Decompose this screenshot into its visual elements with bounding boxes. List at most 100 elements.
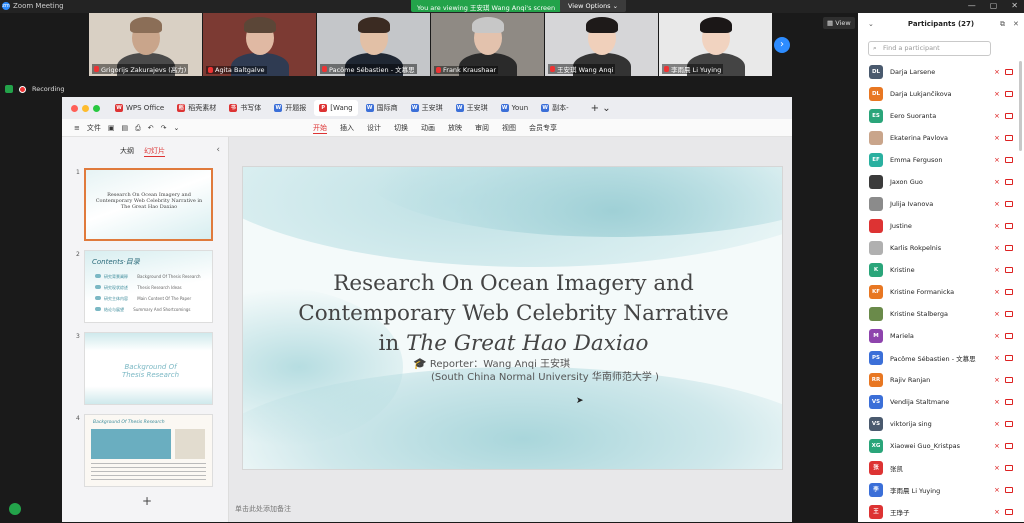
participant-row[interactable]: Justine ⨯ <box>858 215 1016 237</box>
hamburger-icon[interactable]: ≡ <box>74 124 80 132</box>
participant-row[interactable]: 李李雨晨 Li Yuying ⨯ <box>858 479 1016 501</box>
edit-pencil-icon[interactable] <box>9 503 21 515</box>
participant-row[interactable]: Karlis Rokpelnis ⨯ <box>858 237 1016 259</box>
document-tab[interactable]: W 王安琪 <box>451 100 493 116</box>
title-line-2: Contemporary Web Celebrity Narrative <box>298 301 729 326</box>
speaker-notes[interactable]: 单击此处添加备注 <box>235 504 291 514</box>
avatar: DL <box>869 65 883 79</box>
participant-row[interactable]: K Kristine ⨯ <box>858 259 1016 281</box>
avatar <box>869 197 883 211</box>
zoom-dot-icon[interactable] <box>93 104 100 112</box>
slide-subtitle: 🎓 Reporter：Wang Anqi 王安琪 (South China No… <box>413 357 659 384</box>
participant-name: 李雨晨 Li Yuying <box>890 487 941 495</box>
participant-row[interactable]: RR Rajiv Ranjan ⨯ <box>858 369 1016 391</box>
affiliation-text: (South China Normal University 华南师范大学 ) <box>431 372 659 383</box>
document-tab[interactable]: W WPS Office <box>110 100 169 116</box>
ribbon-tab[interactable]: 视图 <box>502 123 516 134</box>
muted-mic-icon: ⨯ <box>994 397 1000 406</box>
participant-row[interactable]: KF Kristine Formanicka ⨯ <box>858 281 1016 303</box>
new-tab-icon[interactable]: + ⌄ <box>591 103 611 114</box>
add-slide-icon[interactable]: + <box>142 494 152 508</box>
slide-thumb-3[interactable]: Background Of Thesis Research <box>84 332 213 405</box>
ribbon-tab[interactable]: 插入 <box>340 123 354 134</box>
participant-row[interactable]: VS viktorija sing ⨯ <box>858 413 1016 435</box>
current-slide: Research On Ocean Imagery and Contempora… <box>242 166 783 470</box>
ribbon-tab[interactable]: 会员专享 <box>529 123 557 134</box>
document-tab[interactable]: W Youn <box>496 100 534 116</box>
video-tile[interactable]: Grigorijs Zakurajevs (高力) <box>89 13 202 76</box>
participant-row[interactable]: EF Emma Ferguson ⨯ <box>858 149 1016 171</box>
participant-row[interactable]: XG Xiaowei Guo_Kristpas ⨯ <box>858 435 1016 457</box>
slide-thumb-1[interactable]: Research On Ocean Imagery and Contempora… <box>84 168 213 241</box>
file-menu[interactable]: 文件 <box>87 123 101 133</box>
participant-row[interactable]: Jaxon Guo ⨯ <box>858 171 1016 193</box>
close-icon[interactable]: ✕ <box>1011 1 1018 10</box>
next-page-icon[interactable]: › <box>774 37 790 53</box>
doc-type-icon: W <box>541 104 550 112</box>
participant-name: Rajiv Ranjan <box>890 376 931 384</box>
participant-name: Pacôme Sébastien - 文慕思 <box>890 355 976 363</box>
participant-search-input[interactable]: ⌕ Find a participant <box>868 41 991 56</box>
document-tabs: W WPS Office 稻稻壳素材书书写体 W 开题报 P [Wang W 国际商 W 王安琪 W 王… <box>110 100 577 116</box>
minimize-dot-icon[interactable] <box>82 104 89 112</box>
chevron-down-icon[interactable]: ⌄ <box>868 13 874 35</box>
chevron-down-icon[interactable]: ⌄ <box>173 124 179 132</box>
participant-row[interactable]: PS Pacôme Sébastien - 文慕思 ⨯ <box>858 347 1016 369</box>
participant-row[interactable]: VS Vendija Staltmane ⨯ <box>858 391 1016 413</box>
document-tab[interactable]: W 开题报 <box>269 100 311 116</box>
document-tab[interactable]: 书书写体 <box>224 100 266 116</box>
recording-indicator: Recording <box>5 85 65 93</box>
document-tab[interactable]: W 副本- <box>536 100 574 116</box>
participant-row[interactable]: Julija Ivanova ⨯ <box>858 193 1016 215</box>
tab-outline[interactable]: 大纲 <box>120 146 134 157</box>
video-tile[interactable]: Agita Baltgalve <box>203 13 316 76</box>
participant-row[interactable]: Ekaterina Pavlova ⨯ <box>858 127 1016 149</box>
participant-name: Pacôme Sébastien - 文慕思 <box>329 66 415 74</box>
title-line-1: Research On Ocean Imagery and <box>333 271 694 296</box>
ribbon-tab[interactable]: 切换 <box>394 123 408 134</box>
video-tile[interactable]: Frank Kraushaar <box>431 13 544 76</box>
document-tab[interactable]: 稻稻壳素材 <box>172 100 221 116</box>
open-icon[interactable]: ▤ <box>122 124 129 132</box>
document-tab[interactable]: W 国际商 <box>361 100 403 116</box>
slide-thumb-2[interactable]: Contents·目录 研究背景阐释 Background Of Thesis … <box>84 250 213 323</box>
participant-row[interactable]: DL Darja Larsene ⨯ <box>858 61 1016 83</box>
maximize-icon[interactable]: ▢ <box>990 1 998 10</box>
participant-row[interactable]: M Mariela ⨯ <box>858 325 1016 347</box>
slide-thumb-4[interactable]: Background Of Thesis Research <box>84 414 213 487</box>
ribbon-tab[interactable]: 放映 <box>448 123 462 134</box>
scrollbar[interactable] <box>1019 61 1022 151</box>
video-tile[interactable]: Pacôme Sébastien - 文慕思 <box>317 13 430 76</box>
ribbon-tab[interactable]: 动画 <box>421 123 435 134</box>
participant-row[interactable]: ES Eero Suoranta ⨯ <box>858 105 1016 127</box>
close-dot-icon[interactable] <box>71 104 78 112</box>
undo-icon[interactable]: ↶ <box>148 124 154 132</box>
close-icon[interactable]: ✕ <box>1013 13 1019 35</box>
video-tile[interactable]: 李雨晨 Li Yuying <box>659 13 772 76</box>
popout-icon[interactable]: ⧉ <box>1000 13 1005 35</box>
leaf-icon <box>95 274 101 278</box>
participant-row[interactable]: DL Darja Lukjančikova ⨯ <box>858 83 1016 105</box>
participant-name: viktorija sing <box>890 420 932 428</box>
redo-icon[interactable]: ↷ <box>161 124 167 132</box>
video-off-icon <box>1005 113 1013 119</box>
collapse-icon[interactable]: ‹ <box>216 145 220 155</box>
participant-row[interactable]: 张张凯 ⨯ <box>858 457 1016 479</box>
participant-row[interactable]: 王王琤子 ⨯ <box>858 501 1016 523</box>
window-controls: — ▢ ✕ <box>968 1 1018 10</box>
document-tab[interactable]: P [Wang <box>314 100 358 116</box>
save-icon[interactable]: ▣ <box>108 124 115 132</box>
minimize-icon[interactable]: — <box>968 1 976 10</box>
view-options-button[interactable]: View Options ⌄ <box>560 0 627 12</box>
document-tab[interactable]: W 王安琪 <box>406 100 448 116</box>
ribbon-tab[interactable]: 设计 <box>367 123 381 134</box>
view-button[interactable]: ▦ View <box>823 17 855 29</box>
participant-name: Agita Baltgalve <box>215 66 265 74</box>
print-icon[interactable]: ⎙ <box>135 124 141 133</box>
tab-slides[interactable]: 幻灯片 <box>144 146 165 157</box>
avatar <box>869 175 883 189</box>
ribbon-tab[interactable]: 开始 <box>313 123 327 134</box>
video-tile[interactable]: 王安琪 Wang Anqi <box>545 13 658 76</box>
ribbon-tab[interactable]: 审阅 <box>475 123 489 134</box>
participant-row[interactable]: Kristine Stalberga ⨯ <box>858 303 1016 325</box>
